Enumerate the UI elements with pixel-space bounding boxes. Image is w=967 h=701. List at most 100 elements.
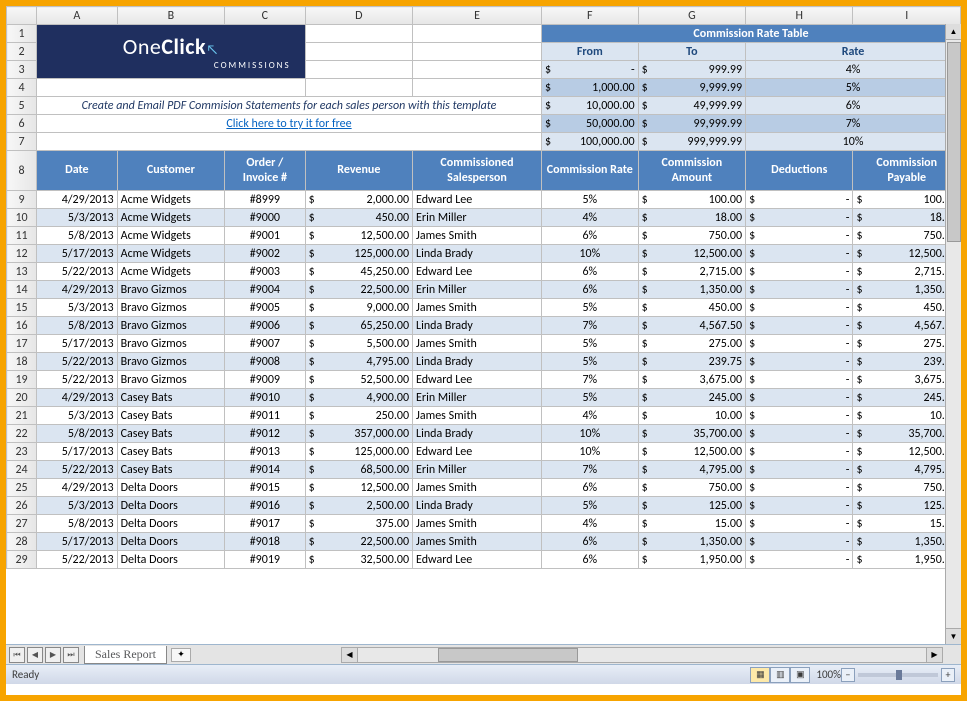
rate-cell[interactable]: $50,000.00 — [541, 115, 638, 133]
cell-date[interactable]: 4/29/2013 — [37, 191, 118, 209]
scroll-right-icon[interactable]: ▶ — [926, 648, 942, 662]
row-header[interactable]: 25 — [7, 479, 37, 497]
cell-salesperson[interactable]: Edward Lee — [413, 191, 542, 209]
cell-salesperson[interactable]: Linda Brady — [413, 425, 542, 443]
cell-amount[interactable]: $15.00 — [638, 515, 745, 533]
cell[interactable] — [305, 43, 412, 61]
row-header[interactable]: 10 — [7, 209, 37, 227]
cell-amount[interactable]: $4,795.00 — [638, 461, 745, 479]
cell-deductions[interactable]: $- — [746, 371, 853, 389]
cell-customer[interactable]: Delta Doors — [117, 533, 224, 551]
hdr-customer[interactable]: Customer — [117, 151, 224, 191]
cell[interactable] — [413, 61, 542, 79]
sheet-tab-sales-report[interactable]: Sales Report — [84, 646, 167, 664]
commission-title[interactable]: Commission Rate Table — [541, 25, 960, 43]
rate-cell[interactable]: $49,999.99 — [638, 97, 745, 115]
promo-link[interactable]: Click here to try it for free — [37, 115, 542, 133]
cell-deductions[interactable]: $- — [746, 317, 853, 335]
cell-customer[interactable]: Bravo Gizmos — [117, 281, 224, 299]
rate-to-hdr[interactable]: To — [638, 43, 745, 61]
cell[interactable] — [37, 79, 306, 97]
select-all-cell[interactable] — [7, 7, 37, 25]
cell[interactable] — [413, 25, 542, 43]
cell-salesperson[interactable]: James Smith — [413, 479, 542, 497]
cell-rate[interactable]: 6% — [541, 533, 638, 551]
cell-order[interactable]: #9006 — [225, 317, 306, 335]
cell-amount[interactable]: $1,950.00 — [638, 551, 745, 569]
cell-revenue[interactable]: $45,250.00 — [305, 263, 412, 281]
cell-rate[interactable]: 7% — [541, 317, 638, 335]
cell-deductions[interactable]: $- — [746, 533, 853, 551]
cell-amount[interactable]: $100.00 — [638, 191, 745, 209]
cell-rate[interactable]: 5% — [541, 335, 638, 353]
cell-salesperson[interactable]: James Smith — [413, 407, 542, 425]
cell-order[interactable]: #9007 — [225, 335, 306, 353]
cell-customer[interactable]: Casey Bats — [117, 443, 224, 461]
hscroll-thumb[interactable] — [438, 648, 578, 662]
row-header-7[interactable]: 7 — [7, 133, 37, 151]
row-header[interactable]: 26 — [7, 497, 37, 515]
vertical-scrollbar[interactable]: ▲ ▼ — [945, 24, 961, 644]
row-header[interactable]: 28 — [7, 533, 37, 551]
cell-salesperson[interactable]: Linda Brady — [413, 317, 542, 335]
hdr-amount[interactable]: Commission Amount — [638, 151, 745, 191]
cell-rate[interactable]: 7% — [541, 371, 638, 389]
cell-date[interactable]: 4/29/2013 — [37, 389, 118, 407]
cell-rate[interactable]: 6% — [541, 227, 638, 245]
row-header[interactable]: 17 — [7, 335, 37, 353]
cell-revenue[interactable]: $4,900.00 — [305, 389, 412, 407]
cell-revenue[interactable]: $22,500.00 — [305, 281, 412, 299]
cell-amount[interactable]: $1,350.00 — [638, 281, 745, 299]
cell-revenue[interactable]: $125,000.00 — [305, 443, 412, 461]
cell-order[interactable]: #9015 — [225, 479, 306, 497]
cell-amount[interactable]: $245.00 — [638, 389, 745, 407]
cell-customer[interactable]: Delta Doors — [117, 497, 224, 515]
cell-deductions[interactable]: $- — [746, 461, 853, 479]
cell-rate[interactable]: 5% — [541, 353, 638, 371]
row-header[interactable]: 24 — [7, 461, 37, 479]
vscroll-thumb[interactable] — [947, 42, 961, 242]
row-header-6[interactable]: 6 — [7, 115, 37, 133]
row-header[interactable]: 20 — [7, 389, 37, 407]
cell-rate[interactable]: 7% — [541, 461, 638, 479]
cell-amount[interactable]: $239.75 — [638, 353, 745, 371]
rate-cell[interactable]: 5% — [746, 79, 961, 97]
cell-date[interactable]: 5/22/2013 — [37, 461, 118, 479]
tab-first-icon[interactable]: ⏮ — [9, 647, 25, 663]
promo-text[interactable]: Create and Email PDF Commision Statement… — [37, 97, 542, 115]
cell-salesperson[interactable]: Erin Miller — [413, 389, 542, 407]
cell-deductions[interactable]: $- — [746, 299, 853, 317]
cell-date[interactable]: 4/29/2013 — [37, 479, 118, 497]
cell-date[interactable]: 5/22/2013 — [37, 551, 118, 569]
cell-rate[interactable]: 4% — [541, 407, 638, 425]
row-header[interactable]: 16 — [7, 317, 37, 335]
worksheet-area[interactable]: A B C D E F G H I 1 OneClick↖ COMMISSION… — [6, 6, 961, 644]
cell-order[interactable]: #9005 — [225, 299, 306, 317]
row-header-4[interactable]: 4 — [7, 79, 37, 97]
cell-order[interactable]: #9012 — [225, 425, 306, 443]
rate-cell[interactable]: 7% — [746, 115, 961, 133]
cell-salesperson[interactable]: James Smith — [413, 533, 542, 551]
cell-deductions[interactable]: $- — [746, 551, 853, 569]
cell-order[interactable]: #9014 — [225, 461, 306, 479]
col-header-F[interactable]: F — [541, 7, 638, 25]
cell-date[interactable]: 5/3/2013 — [37, 299, 118, 317]
col-header-G[interactable]: G — [638, 7, 745, 25]
hdr-deductions[interactable]: Deductions — [746, 151, 853, 191]
row-header-5[interactable]: 5 — [7, 97, 37, 115]
cell-amount[interactable]: $18.00 — [638, 209, 745, 227]
cell-revenue[interactable]: $52,500.00 — [305, 371, 412, 389]
cell[interactable] — [305, 61, 412, 79]
cell-revenue[interactable]: $357,000.00 — [305, 425, 412, 443]
cell-salesperson[interactable]: Linda Brady — [413, 497, 542, 515]
cell-date[interactable]: 5/17/2013 — [37, 245, 118, 263]
cell-customer[interactable]: Bravo Gizmos — [117, 371, 224, 389]
cell-date[interactable]: 5/8/2013 — [37, 227, 118, 245]
row-header[interactable]: 18 — [7, 353, 37, 371]
cell-rate[interactable]: 5% — [541, 497, 638, 515]
row-header-1[interactable]: 1 — [7, 25, 37, 43]
rate-cell[interactable]: 4% — [746, 61, 961, 79]
cell[interactable] — [413, 79, 542, 97]
cell-deductions[interactable]: $- — [746, 227, 853, 245]
cell[interactable] — [37, 133, 542, 151]
